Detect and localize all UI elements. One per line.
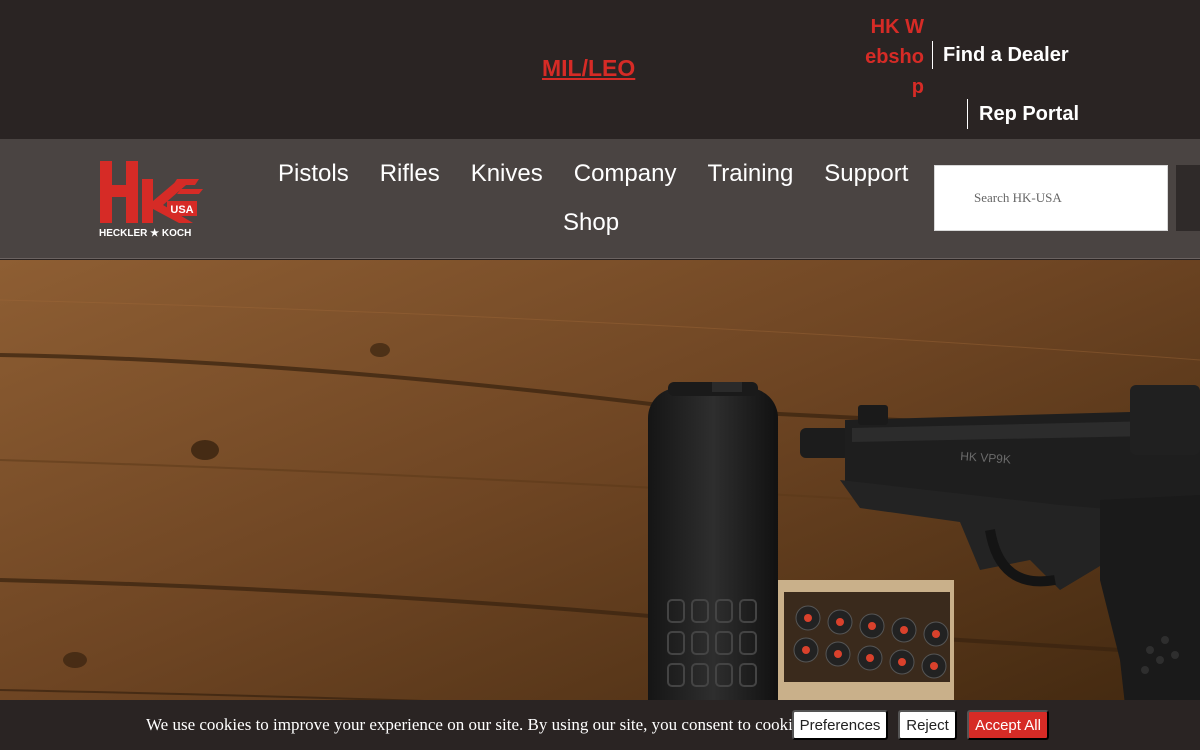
divider xyxy=(932,41,933,69)
hero-banner: HK VP9K xyxy=(0,260,1200,750)
nav-item-training[interactable]: Training xyxy=(707,160,793,188)
hk-logo-icon: USA HECKLER ★ KOCH xyxy=(99,161,203,239)
nav-menu: Pistols Rifles Knives Company Training S… xyxy=(278,160,939,188)
mil-leo-link[interactable]: MIL/LEO xyxy=(542,55,635,82)
nav-item-support[interactable]: Support xyxy=(824,160,908,188)
find-a-dealer-link[interactable]: Find a Dealer xyxy=(943,44,1069,67)
cookie-accept-all-button[interactable]: Accept All xyxy=(967,710,1049,740)
nav-item-rifles[interactable]: Rifles xyxy=(380,160,440,188)
nav-item-pistols[interactable]: Pistols xyxy=(278,160,349,188)
top-utility-bar: MIL/LEO HK Webshop Find a Dealer Rep Por… xyxy=(0,0,1200,139)
nav-item-company[interactable]: Company xyxy=(574,160,677,188)
ammo-box xyxy=(778,580,954,710)
search-box xyxy=(934,165,1168,231)
cookie-message: We use cookies to improve your experienc… xyxy=(146,715,812,734)
cookie-reject-button[interactable]: Reject xyxy=(898,710,957,740)
cookie-preferences-button[interactable]: Preferences xyxy=(792,710,888,740)
main-navigation: USA HECKLER ★ KOCH Pistols Rifles Knives… xyxy=(0,139,1200,259)
hero-image: HK VP9K xyxy=(0,260,1200,750)
nav-item-shop[interactable]: Shop xyxy=(563,209,619,236)
nav-item-knives[interactable]: Knives xyxy=(471,160,543,188)
hk-usa-logo[interactable]: USA HECKLER ★ KOCH xyxy=(97,161,203,239)
hk-webshop-link[interactable]: HK Webshop xyxy=(862,12,924,102)
search-button[interactable] xyxy=(1176,165,1200,231)
suppressor xyxy=(648,388,778,750)
cookie-consent-bar: We use cookies to improve your experienc… xyxy=(0,700,1200,750)
search-input[interactable] xyxy=(935,166,1167,230)
svg-text:USA: USA xyxy=(170,204,193,216)
rep-portal-link[interactable]: Rep Portal xyxy=(979,103,1079,126)
divider xyxy=(967,99,968,129)
svg-text:HECKLER ★ KOCH: HECKLER ★ KOCH xyxy=(99,228,191,239)
